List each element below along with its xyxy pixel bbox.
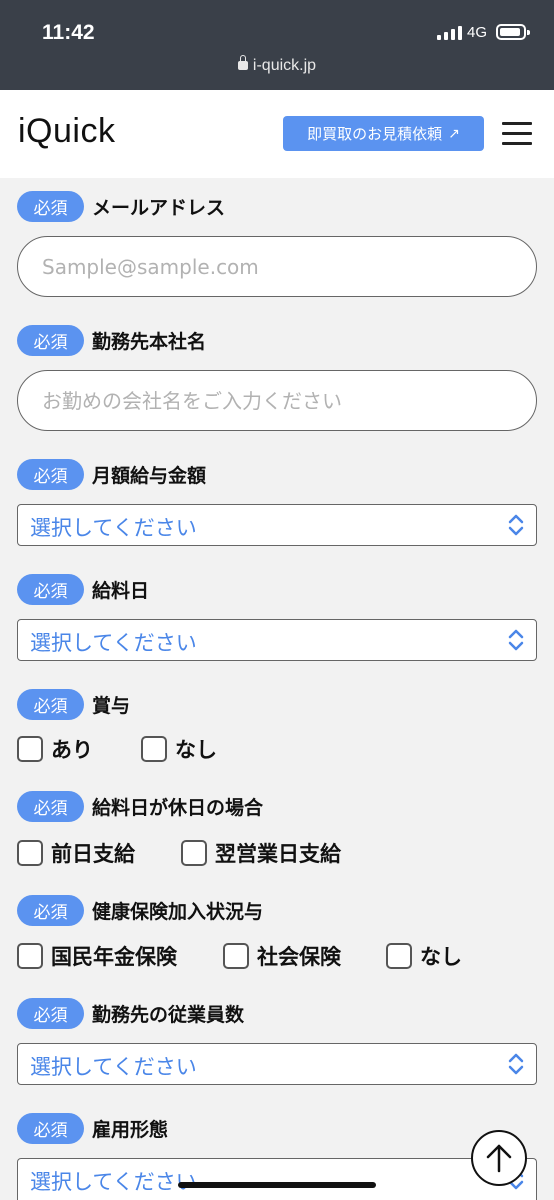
salary-select-value: 選択してください xyxy=(30,516,197,540)
checkbox[interactable] xyxy=(181,840,207,866)
salary-label: 必須 月額給与金額 xyxy=(17,459,206,490)
network-type: 4G xyxy=(467,24,488,41)
holiday-option-previous-day[interactable]: 前日支給 xyxy=(17,838,135,868)
arrow-up-icon xyxy=(486,1144,512,1173)
quote-request-button[interactable]: 即買取のお見積依頼 ↗ xyxy=(283,116,484,151)
payday-label: 必須 給料日 xyxy=(17,574,149,605)
checkbox[interactable] xyxy=(17,736,43,762)
bonus-option-no[interactable]: なし xyxy=(141,734,217,764)
payday-select[interactable]: 選択してください xyxy=(17,619,537,661)
employees-label: 必須 勤務先の従業員数 xyxy=(17,998,244,1029)
insurance-option-national-pension[interactable]: 国民年金保険 xyxy=(17,941,177,971)
company-label: 必須 勤務先本社名 xyxy=(17,325,206,356)
employment-label-text: 雇用形態 xyxy=(92,1119,169,1141)
required-badge: 必須 xyxy=(17,998,84,1029)
external-arrow-icon: ↗ xyxy=(448,125,460,142)
lock-icon xyxy=(237,55,248,70)
signal-icon xyxy=(437,26,462,40)
hamburger-icon[interactable] xyxy=(502,122,532,145)
salary-label-text: 月額給与金額 xyxy=(92,465,207,487)
bonus-option-yes[interactable]: あり xyxy=(17,734,93,764)
required-badge: 必須 xyxy=(17,325,84,356)
chevron-updown-icon xyxy=(508,1053,524,1075)
chevron-updown-icon xyxy=(508,629,524,651)
address-bar[interactable]: i-quick.jp xyxy=(0,55,554,75)
url-text: i-quick.jp xyxy=(252,57,317,74)
employees-select-value: 選択してください xyxy=(30,1055,197,1079)
payday-select-value: 選択してください xyxy=(30,631,197,655)
status-bar: 11:42 4G i-quick.jp xyxy=(0,0,554,90)
required-badge: 必須 xyxy=(17,459,84,490)
insurance-label-text: 健康保険加入状況与 xyxy=(92,901,264,923)
battery-icon xyxy=(496,24,530,40)
insurance-label: 必須 健康保険加入状況与 xyxy=(17,895,263,926)
insurance-option-social[interactable]: 社会保険 xyxy=(223,941,341,971)
scroll-top-button[interactable] xyxy=(471,1130,527,1186)
checkbox[interactable] xyxy=(17,943,43,969)
required-badge: 必須 xyxy=(17,895,84,926)
employees-select[interactable]: 選択してください xyxy=(17,1043,537,1085)
email-label: 必須 メールアドレス xyxy=(17,191,225,222)
required-badge: 必須 xyxy=(17,791,84,822)
insurance-option-none[interactable]: なし xyxy=(386,941,462,971)
required-badge: 必須 xyxy=(17,1113,84,1144)
required-badge: 必須 xyxy=(17,574,84,605)
holiday-option-next-business-day[interactable]: 翌営業日支給 xyxy=(181,838,341,868)
company-label-text: 勤務先本社名 xyxy=(92,331,207,353)
insurance-options: 国民年金保険 社会保険 なし xyxy=(17,941,462,971)
employees-label-text: 勤務先の従業員数 xyxy=(92,1004,245,1026)
holiday-label-text: 給料日が休日の場合 xyxy=(92,797,264,819)
holiday-options: 前日支給 翌営業日支給 xyxy=(17,838,341,868)
home-indicator[interactable] xyxy=(178,1182,376,1188)
status-time: 11:42 xyxy=(42,21,95,44)
quote-request-label: 即買取のお見積依頼 xyxy=(307,125,443,143)
required-badge: 必須 xyxy=(17,191,84,222)
payday-label-text: 給料日 xyxy=(92,580,150,602)
bonus-label-text: 賞与 xyxy=(92,695,131,717)
holiday-label: 必須 給料日が休日の場合 xyxy=(17,791,263,822)
employment-select[interactable]: 選択してください xyxy=(17,1158,537,1200)
checkbox[interactable] xyxy=(386,943,412,969)
checkbox[interactable] xyxy=(17,840,43,866)
company-input[interactable] xyxy=(17,370,537,431)
bonus-label: 必須 賞与 xyxy=(17,689,130,720)
checkbox[interactable] xyxy=(223,943,249,969)
site-header: iQuick 即買取のお見積依頼 ↗ xyxy=(0,90,554,178)
chevron-updown-icon xyxy=(508,514,524,536)
logo[interactable]: iQuick xyxy=(18,112,115,151)
required-badge: 必須 xyxy=(17,689,84,720)
email-input[interactable] xyxy=(17,236,537,297)
employment-label: 必須 雇用形態 xyxy=(17,1113,168,1144)
email-label-text: メールアドレス xyxy=(92,197,226,219)
checkbox[interactable] xyxy=(141,736,167,762)
bonus-options: あり なし xyxy=(17,734,217,764)
salary-select[interactable]: 選択してください xyxy=(17,504,537,546)
employment-select-value: 選択してください xyxy=(30,1170,197,1194)
